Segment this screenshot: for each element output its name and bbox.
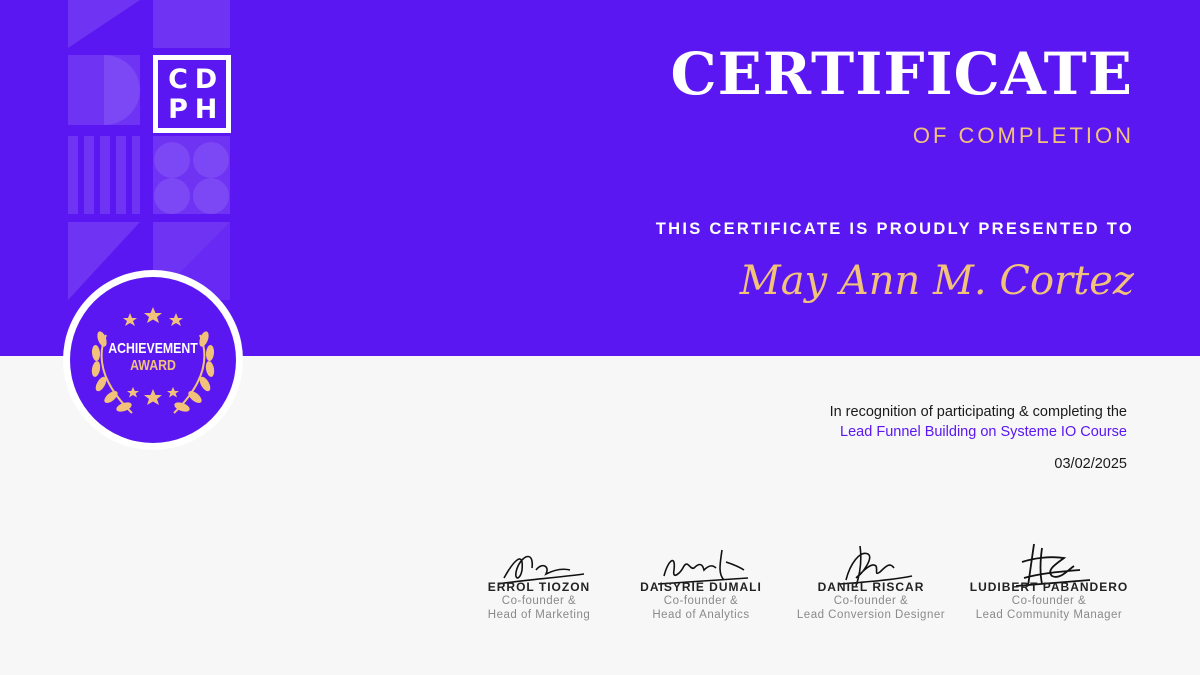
presented-to-label: THIS CERTIFICATE IS PROUDLY PRESENTED TO [655, 220, 1134, 238]
badge-text-award: AWARD [130, 357, 176, 374]
logo-letter: C [168, 63, 188, 95]
star-icon [127, 387, 139, 398]
star-icon [144, 307, 162, 323]
certificate-subtitle: OF COMPLETION [912, 123, 1134, 148]
signer-name: LUDIBERT PABANDERO [969, 580, 1129, 594]
star-icon [169, 313, 183, 326]
logo-letter: D [194, 63, 218, 95]
certificate-title: CERTIFICATE [670, 40, 1133, 108]
certificate-date: 03/02/2025 [1054, 456, 1127, 472]
star-icon [123, 313, 137, 326]
cdph-logo: C D P H [153, 55, 231, 133]
certificate-page: C D P H CERTIFICATE OF COMPLETION THIS C… [0, 0, 1200, 675]
signer-role: Co-founder & [1011, 595, 1087, 607]
logo-letter: P [168, 93, 188, 125]
course-name: Lead Funnel Building on Systeme IO Cours… [840, 424, 1127, 440]
star-icon [144, 389, 162, 405]
signer-role: Lead Community Manager [975, 609, 1123, 621]
logo-letter: H [194, 93, 218, 125]
star-icon [167, 387, 179, 398]
signer-block: LUDIBERT PABANDERO Co-founder & Lead Com… [944, 540, 1154, 622]
badge-text-achievement: ACHIEVEMENT [108, 340, 198, 357]
recognition-text: In recognition of participating & comple… [829, 404, 1127, 420]
recipient-name: May Ann M. Cortez [739, 258, 1134, 304]
